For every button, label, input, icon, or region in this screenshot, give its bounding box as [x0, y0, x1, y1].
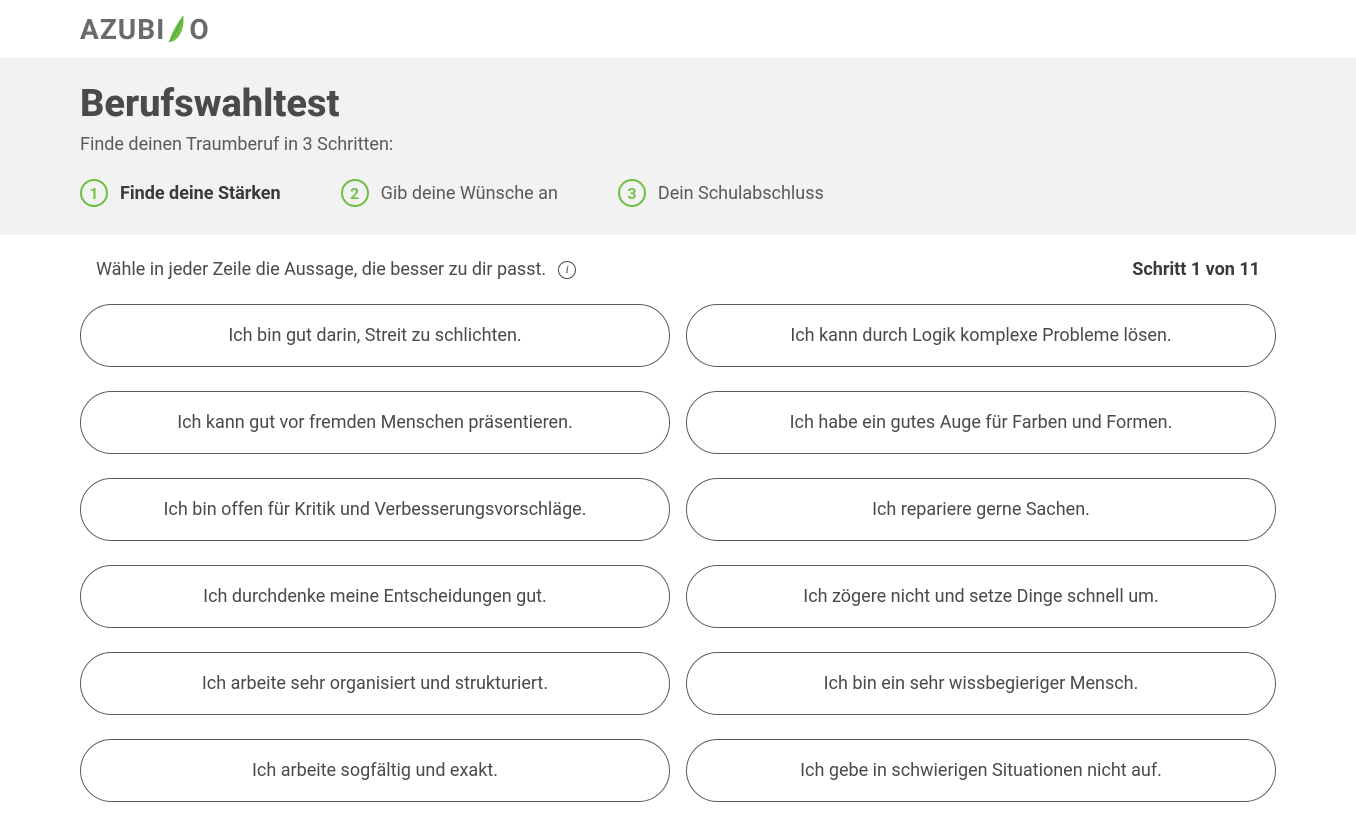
option-row-3-right[interactable]: Ich repariere gerne Sachen. — [686, 478, 1276, 541]
option-row-3-left[interactable]: Ich bin offen für Kritik und Verbesserun… — [80, 478, 670, 541]
option-row-5-right[interactable]: Ich bin ein sehr wissbegieriger Mensch. — [686, 652, 1276, 715]
content-area: Wähle in jeder Zeile die Aussage, die be… — [0, 235, 1356, 826]
logo-text-after: O — [189, 13, 209, 46]
option-row-4-right[interactable]: Ich zögere nicht und setze Dinge schnell… — [686, 565, 1276, 628]
option-row-5-left[interactable]: Ich arbeite sehr organisiert und struktu… — [80, 652, 670, 715]
logo-text-before: AZUBI — [80, 13, 165, 46]
steps-nav: 1 Finde deine Stärken 2 Gib deine Wünsche a… — [80, 179, 1276, 207]
logo-leaf-icon — [163, 12, 191, 46]
step-label-3: Dein Schulabschluss — [658, 183, 824, 204]
step-2[interactable]: 2 Gib deine Wünsche an — [341, 179, 558, 207]
logo[interactable]: AZUBI O — [80, 12, 210, 46]
instruction-row: Wähle in jeder Zeile die Aussage, die be… — [80, 259, 1276, 280]
step-circle-1: 1 — [80, 179, 108, 207]
option-row-2-right[interactable]: Ich habe ein gutes Auge für Farben und F… — [686, 391, 1276, 454]
instruction-text: Wähle in jeder Zeile die Aussage, die be… — [96, 259, 546, 280]
step-circle-2: 2 — [341, 179, 369, 207]
header-section: Berufswahltest Finde deinen Traumberuf i… — [0, 58, 1356, 235]
step-counter: Schritt 1 von 11 — [1132, 259, 1260, 280]
step-1[interactable]: 1 Finde deine Stärken — [80, 179, 281, 207]
options-grid: Ich bin gut darin, Streit zu schlichten.… — [80, 304, 1276, 802]
info-icon[interactable]: i — [558, 261, 576, 279]
option-row-6-right[interactable]: Ich gebe in schwierigen Situationen nich… — [686, 739, 1276, 802]
option-row-2-left[interactable]: Ich kann gut vor fremden Menschen präsen… — [80, 391, 670, 454]
logo-bar: AZUBI O — [0, 0, 1356, 58]
instruction-left: Wähle in jeder Zeile die Aussage, die be… — [96, 259, 576, 280]
step-3[interactable]: 3 Dein Schulabschluss — [618, 179, 824, 207]
step-label-2: Gib deine Wünsche an — [381, 183, 558, 204]
option-row-6-left[interactable]: Ich arbeite sogfältig und exakt. — [80, 739, 670, 802]
step-circle-3: 3 — [618, 179, 646, 207]
page-subtitle: Finde deinen Traumberuf in 3 Schritten: — [80, 134, 1276, 155]
step-label-1: Finde deine Stärken — [120, 183, 281, 204]
page-title: Berufswahltest — [80, 82, 1276, 126]
option-row-4-left[interactable]: Ich durchdenke meine Entscheidungen gut. — [80, 565, 670, 628]
option-row-1-left[interactable]: Ich bin gut darin, Streit zu schlichten. — [80, 304, 670, 367]
option-row-1-right[interactable]: Ich kann durch Logik komplexe Probleme l… — [686, 304, 1276, 367]
